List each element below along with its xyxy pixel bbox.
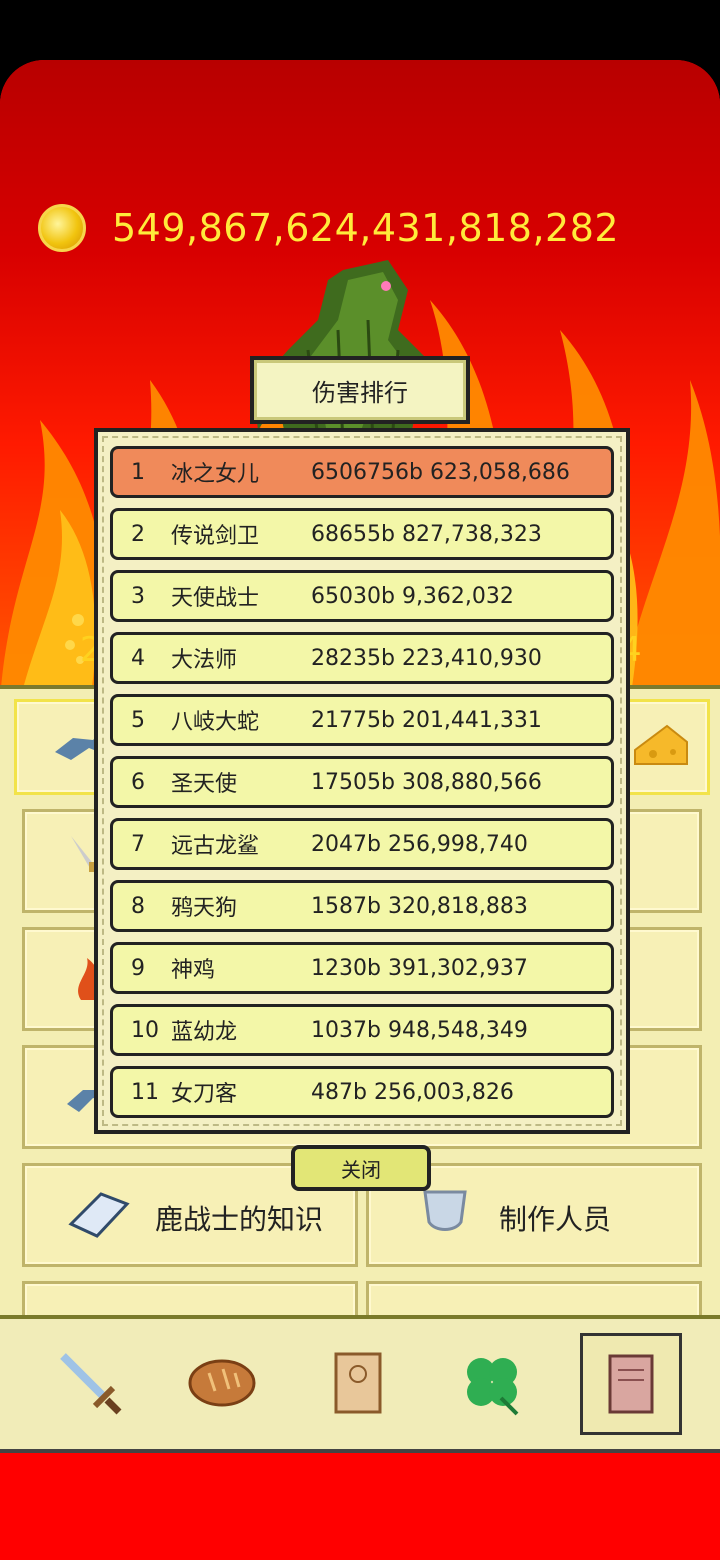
ranking-name: 蓝幼龙 bbox=[171, 1020, 238, 1045]
ranking-rank: 6 bbox=[131, 769, 145, 795]
nav-scroll[interactable] bbox=[308, 1333, 408, 1433]
scroll-icon bbox=[334, 1352, 382, 1414]
gold-coin-icon bbox=[38, 204, 86, 252]
ranking-dialog: 1 冰之女儿 6506756b 623,058,686 2 传说剑卫 68655b 827… bbox=[94, 428, 630, 1134]
ranking-damage: 21775b 201,441,331 bbox=[311, 707, 542, 733]
ranking-damage: 2047b 256,998,740 bbox=[311, 831, 528, 857]
ranking-name: 冰之女儿 bbox=[171, 462, 260, 487]
ranking-rank: 8 bbox=[131, 893, 145, 919]
ranking-name: 大法师 bbox=[171, 648, 238, 673]
ranking-row[interactable]: 8 鸦天狗 1587b 320,818,883 bbox=[110, 880, 614, 932]
trophy-icon bbox=[423, 1190, 467, 1231]
ranking-rank: 2 bbox=[131, 521, 145, 547]
ranking-name: 鸦天狗 bbox=[171, 896, 238, 921]
bread-icon bbox=[188, 1359, 256, 1407]
ranking-row[interactable]: 3 天使战士 65030b 9,362,032 bbox=[110, 570, 614, 622]
ranking-row[interactable]: 1 冰之女儿 6506756b 623,058,686 bbox=[110, 446, 614, 498]
sword-icon bbox=[60, 1353, 122, 1415]
ranking-rank: 10 bbox=[131, 1017, 159, 1043]
knowledge-label: 鹿战士的知识 bbox=[155, 1203, 324, 1236]
ranking-name: 八岐大蛇 bbox=[171, 710, 260, 735]
nav-book[interactable] bbox=[580, 1333, 682, 1435]
ranking-row[interactable]: 11 女刀客 487b 256,003,826 bbox=[110, 1066, 614, 1118]
ranking-row[interactable]: 2 传说剑卫 68655b 827,738,323 bbox=[110, 508, 614, 560]
ranking-dialog-title: 伤害排行 bbox=[250, 356, 470, 424]
ranking-row[interactable]: 7 远古龙鲨 2047b 256,998,740 bbox=[110, 818, 614, 870]
ranking-row[interactable]: 9 神鸡 1230b 391,302,937 bbox=[110, 942, 614, 994]
ranking-damage: 1230b 391,302,937 bbox=[311, 955, 528, 981]
credits-label: 制作人员 bbox=[499, 1203, 612, 1236]
ranking-name: 神鸡 bbox=[171, 958, 216, 983]
ranking-rank: 5 bbox=[131, 707, 145, 733]
ranking-damage: 17505b 308,880,566 bbox=[311, 769, 542, 795]
ranking-name: 远古龙鲨 bbox=[171, 834, 260, 859]
nav-sword[interactable] bbox=[40, 1333, 140, 1433]
ranking-name: 天使战士 bbox=[171, 586, 260, 611]
ranking-rank: 4 bbox=[131, 645, 145, 671]
ranking-row[interactable]: 5 八岐大蛇 21775b 201,441,331 bbox=[110, 694, 614, 746]
bottom-nav bbox=[0, 1315, 720, 1453]
ranking-rank: 9 bbox=[131, 955, 145, 981]
ranking-row[interactable]: 10 蓝幼龙 1037b 948,548,349 bbox=[110, 1004, 614, 1056]
clover-icon bbox=[467, 1358, 519, 1416]
ranking-damage: 68655b 827,738,323 bbox=[311, 521, 542, 547]
close-button[interactable]: 关闭 bbox=[291, 1145, 431, 1191]
ranking-name: 女刀客 bbox=[171, 1082, 238, 1107]
ranking-damage: 1587b 320,818,883 bbox=[311, 893, 528, 919]
gold-counter: 549,867,624,431,818,282 bbox=[38, 200, 619, 256]
ranking-damage: 487b 256,003,826 bbox=[311, 1079, 514, 1105]
ranking-damage: 1037b 948,548,349 bbox=[311, 1017, 528, 1043]
ranking-rank: 7 bbox=[131, 831, 145, 857]
book-icon bbox=[608, 1354, 654, 1414]
cheese-icon bbox=[634, 724, 688, 765]
ranking-row[interactable]: 6 圣天使 17505b 308,880,566 bbox=[110, 756, 614, 808]
ranking-damage: 65030b 9,362,032 bbox=[311, 583, 514, 609]
ranking-name: 圣天使 bbox=[171, 772, 238, 797]
ranking-damage: 28235b 223,410,930 bbox=[311, 645, 542, 671]
ranking-damage: 6506756b 623,058,686 bbox=[311, 459, 570, 485]
open-book-icon bbox=[68, 1192, 130, 1238]
ranking-name: 传说剑卫 bbox=[171, 524, 260, 549]
gold-amount: 549,867,624,431,818,282 bbox=[112, 206, 620, 250]
ranking-row[interactable]: 4 大法师 28235b 223,410,930 bbox=[110, 632, 614, 684]
ranking-rank: 3 bbox=[131, 583, 145, 609]
nav-bread[interactable] bbox=[172, 1333, 272, 1433]
nav-clover[interactable] bbox=[442, 1333, 542, 1433]
ranking-rank: 11 bbox=[131, 1079, 159, 1105]
ranking-rank: 1 bbox=[131, 459, 145, 485]
